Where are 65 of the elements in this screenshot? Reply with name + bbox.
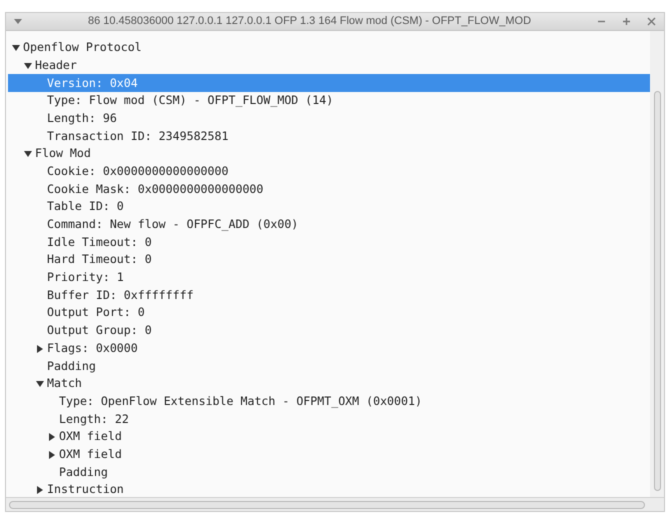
close-icon[interactable]: [647, 17, 656, 26]
tree-row[interactable]: Buffer ID: 0xffffffff: [8, 286, 650, 304]
tree-item-label: Hard Timeout: 0: [47, 251, 152, 268]
tree-item-label: Length: 96: [47, 110, 117, 127]
tree-row[interactable]: Table ID: 0: [8, 198, 650, 216]
horizontal-scrollbar[interactable]: [9, 500, 645, 508]
collapse-arrow-icon[interactable]: [36, 380, 44, 388]
tree-row[interactable]: Cookie Mask: 0x0000000000000000: [8, 180, 650, 198]
tree-item-label: Type: OpenFlow Extensible Match - OFPMT_OXM (0x0001): [59, 392, 422, 410]
tree-row[interactable]: Length: 22: [8, 410, 650, 428]
dropdown-arrow-icon[interactable]: [14, 19, 22, 24]
tree-row[interactable]: Match: [8, 375, 650, 393]
tree-item-label: Version: 0x04: [47, 74, 138, 92]
expand-arrow-icon[interactable]: [48, 450, 56, 459]
tree-item-label: Cookie Mask: 0x0000000000000000: [47, 180, 264, 198]
tree-row[interactable]: Command: New flow - OFPFC_ADD (0x00): [8, 216, 650, 234]
tree-row[interactable]: Type: Flow mod (CSM) - OFPT_FLOW_MOD (14): [8, 92, 650, 110]
tree-item-label: Command: New flow - OFPFC_ADD (0x00): [47, 216, 298, 234]
tree-row[interactable]: Openflow Protocol: [8, 39, 650, 57]
window-title: 86 10.458036000 127.0.0.1 127.0.0.1 OFP 1.3 164 Flow mod (CSM) - OFPT_FLOW_MOD: [86, 14, 532, 30]
tree-item-label: Header: [35, 56, 77, 74]
collapse-arrow-icon[interactable]: [12, 44, 20, 52]
tree-row[interactable]: Padding: [8, 357, 650, 376]
tree-row[interactable]: OXM field: [8, 446, 650, 464]
tree-row[interactable]: Output Group: 0: [8, 322, 650, 340]
maximize-icon[interactable]: [622, 17, 631, 26]
collapse-arrow-icon[interactable]: [24, 62, 32, 70]
tree-item-label: Type: Flow mod (CSM) - OFPT_FLOW_MOD (14): [47, 92, 334, 110]
tree-item-label: Buffer ID: 0xffffffff: [47, 286, 194, 304]
tree-row[interactable]: Flags: 0x0000: [8, 340, 650, 358]
tree-item-label: Length: 22: [59, 410, 129, 428]
tree-item-label: Cookie: 0x0000000000000000: [47, 162, 228, 180]
tree-item-label: OXM field: [59, 446, 122, 463]
tree-item-label: Flags: 0x0000: [47, 340, 138, 357]
expand-arrow-icon[interactable]: [36, 486, 44, 494]
tree-row[interactable]: Padding: [8, 464, 650, 482]
tree-row[interactable]: Type: OpenFlow Extensible Match - OFPMT_OXM (0x0001): [8, 392, 650, 410]
tree-item-label: Padding: [47, 358, 96, 375]
tree-row[interactable]: Cookie: 0x0000000000000000: [8, 162, 650, 180]
tree-row[interactable]: Header: [8, 56, 650, 74]
expand-arrow-icon[interactable]: [36, 344, 44, 353]
tree-item-label: Openflow Protocol: [23, 39, 142, 56]
tree-row[interactable]: Idle Timeout: 0: [8, 234, 650, 252]
tree-row[interactable]: Output Port: 0: [8, 304, 650, 322]
tree-item-label: Output Group: 0: [47, 322, 152, 340]
collapse-arrow-icon[interactable]: [24, 150, 32, 158]
tree-item-label: Idle Timeout: 0: [47, 234, 152, 251]
tree-item-label: Transaction ID: 2349582581: [47, 128, 228, 145]
tree-item-label: Padding: [59, 464, 108, 481]
tree-row[interactable]: Priority: 1: [8, 268, 650, 287]
tree-row[interactable]: Length: 96: [8, 110, 650, 128]
tree-item-label: Flow Mod: [35, 145, 91, 162]
tree-item-label: Table ID: 0: [47, 198, 124, 216]
tree-row[interactable]: Hard Timeout: 0: [8, 251, 650, 269]
tree-row[interactable]: Instruction: [8, 481, 650, 497]
tree-row[interactable]: OXM field: [8, 428, 650, 446]
vertical-scrollbar[interactable]: [654, 91, 660, 491]
tree-row[interactable]: Flow Mod: [8, 145, 650, 163]
tree-item-label: OXM field: [59, 428, 122, 446]
tree-item-label: Output Port: 0: [47, 304, 145, 322]
tree-item-label: Match: [47, 375, 82, 392]
tree-item-label: Instruction: [47, 481, 124, 497]
tree-row[interactable]: Transaction ID: 2349582581: [8, 127, 650, 146]
tree-item-label: Priority: 1: [47, 269, 124, 286]
expand-arrow-icon[interactable]: [48, 432, 56, 441]
